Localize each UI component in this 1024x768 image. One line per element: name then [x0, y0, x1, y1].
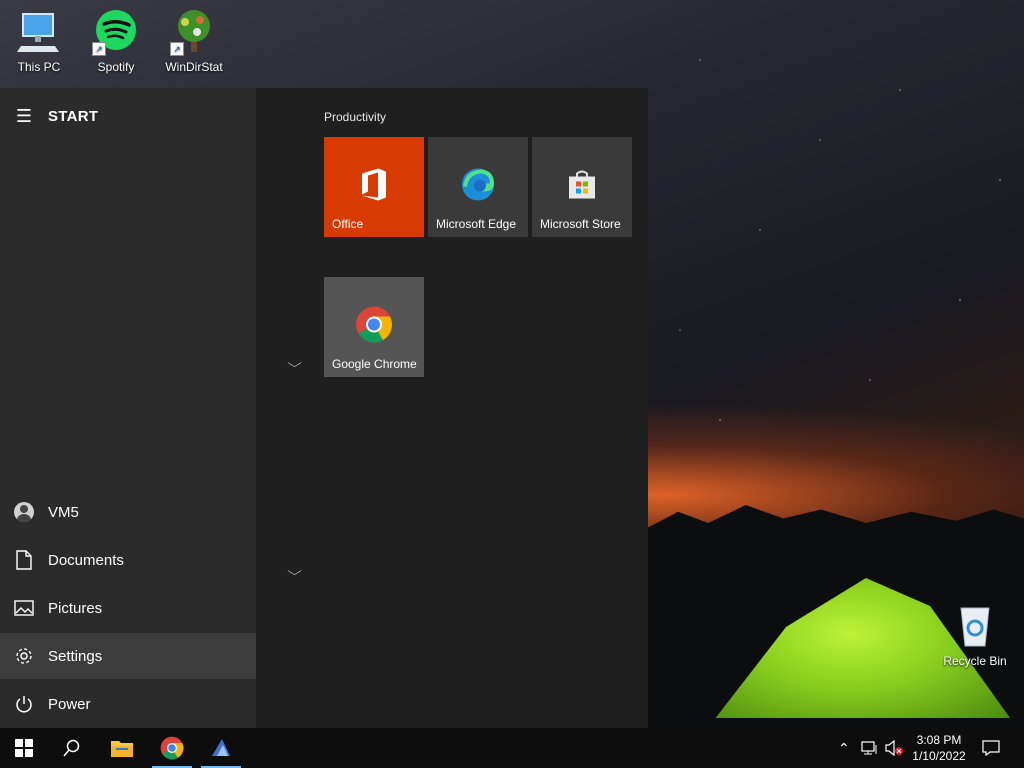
power-button[interactable]: Power	[0, 681, 256, 727]
pictures-label: Pictures	[48, 599, 103, 617]
desktop-icon-label: WinDirStat	[165, 60, 223, 74]
start-title: START	[48, 107, 99, 125]
start-menu-header[interactable]: ☰ START	[0, 88, 256, 144]
shortcut-arrow-icon: ↗	[92, 42, 106, 56]
volume-button[interactable]	[885, 728, 903, 768]
taskbar-google-chrome[interactable]	[148, 728, 196, 768]
chevron-up-icon: ⌃	[838, 739, 850, 756]
app-bird-icon	[212, 739, 230, 756]
user-name: VM5	[48, 503, 79, 521]
pictures-icon	[0, 600, 48, 616]
user-account-button[interactable]: VM5	[0, 489, 256, 535]
tile-group-title[interactable]: Productivity	[324, 110, 386, 124]
desktop-icon-label: Recycle Bin	[943, 654, 1007, 668]
network-button[interactable]	[861, 728, 879, 768]
search-icon	[63, 739, 80, 757]
taskbar-app-button[interactable]	[197, 728, 245, 768]
action-center-button[interactable]	[982, 728, 1000, 768]
start-menu-sidebar: ☰ START VM5 Documents Pictures Settings …	[0, 88, 256, 728]
search-button[interactable]	[48, 728, 96, 768]
tile-label: Google Chrome	[332, 357, 417, 371]
power-label: Power	[48, 695, 91, 713]
tile-label: Microsoft Edge	[436, 217, 517, 231]
tile-office[interactable]: Office	[324, 137, 424, 237]
tree-icon: ↗	[170, 8, 218, 56]
document-icon	[0, 550, 48, 570]
edge-icon	[461, 168, 495, 207]
hamburger-menu-icon[interactable]: ☰	[0, 106, 48, 127]
chevron-down-icon[interactable]: ⌵	[287, 564, 302, 579]
clock-date: 1/10/2022	[912, 749, 966, 763]
desktop-icon-spotify[interactable]: ↗ Spotify	[80, 8, 152, 74]
windows-logo-icon	[15, 739, 33, 757]
clock-time: 3:08 PM	[916, 733, 962, 747]
network-icon	[861, 741, 877, 755]
tile-label: Microsoft Store	[540, 217, 621, 231]
documents-label: Documents	[48, 551, 124, 569]
show-hidden-icons-button[interactable]: ⌃	[838, 728, 850, 768]
desktop-icon-label: Spotify	[97, 60, 135, 74]
gear-icon	[0, 647, 48, 665]
start-button[interactable]	[0, 728, 48, 768]
chrome-icon	[160, 736, 184, 760]
pictures-button[interactable]: Pictures	[0, 585, 256, 631]
office-icon	[359, 168, 389, 207]
settings-label: Settings	[48, 647, 103, 665]
computer-icon	[15, 8, 63, 56]
desktop-icon-this-pc[interactable]: This PC	[3, 8, 75, 74]
tile-microsoft-edge[interactable]: Microsoft Edge	[428, 137, 528, 237]
taskbar-file-explorer[interactable]	[98, 728, 146, 768]
store-bag-icon	[566, 169, 598, 206]
taskbar-clock[interactable]: 3:08 PM 1/10/2022	[905, 732, 973, 764]
desktop-icon-label: This PC	[17, 60, 61, 74]
speaker-muted-icon	[885, 740, 903, 756]
settings-button[interactable]: Settings	[0, 633, 256, 679]
documents-button[interactable]: Documents	[0, 537, 256, 583]
tile-microsoft-store[interactable]: Microsoft Store	[532, 137, 632, 237]
power-icon	[0, 695, 48, 713]
desktop-icon-windirstat[interactable]: ↗ WinDirStat	[158, 8, 230, 74]
desktop-icon-recycle-bin[interactable]: Recycle Bin	[939, 602, 1011, 668]
shortcut-arrow-icon: ↗	[170, 42, 184, 56]
taskbar: ⌃ 3:08 PM 1/10/2022	[0, 728, 1024, 768]
spotify-icon: ↗	[92, 8, 140, 56]
tile-label: Office	[332, 217, 364, 231]
chevron-down-icon[interactable]: ⌵	[287, 356, 302, 371]
folder-icon	[111, 741, 133, 757]
tile-google-chrome[interactable]: Google Chrome	[324, 277, 424, 377]
start-menu-tiles-pane: Productivity Office Microsoft Edge Micro…	[256, 88, 648, 728]
notification-icon	[982, 740, 1000, 756]
chrome-icon	[355, 306, 393, 349]
recycle-bin-icon	[951, 602, 999, 650]
user-avatar-icon	[14, 502, 34, 522]
